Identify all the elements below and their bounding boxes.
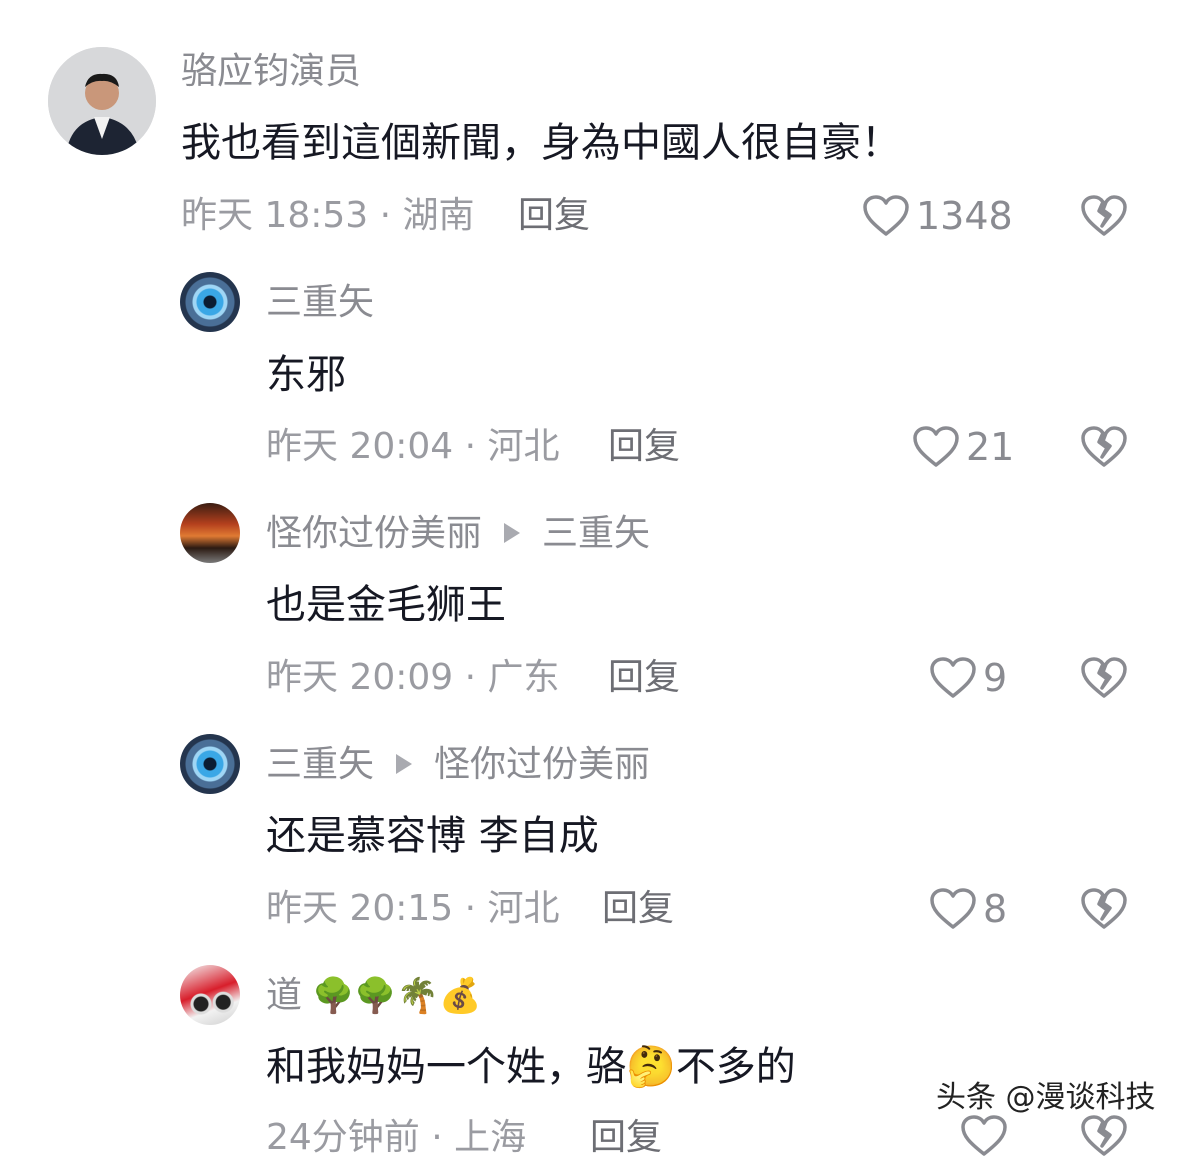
comment-author[interactable]: 三重矢 <box>266 281 374 325</box>
broken-heart-icon <box>1081 657 1127 698</box>
author-emoji: 🌳🌳🌴💰 <box>312 976 482 1016</box>
reply-to-author[interactable]: 怪你过份美丽 <box>434 744 650 785</box>
like-button[interactable]: 1348 <box>862 194 1013 238</box>
heart-icon <box>930 657 976 698</box>
actor-avatar-icon <box>48 47 156 155</box>
heart-icon <box>961 1115 1007 1156</box>
comment-text: 和我妈妈一个姓，骆🤔不多的 <box>266 1042 796 1092</box>
avatar[interactable] <box>180 272 240 332</box>
comment-text: 也是金毛狮王 <box>266 582 506 628</box>
dislike-button[interactable] <box>1080 424 1128 474</box>
comment-author[interactable]: 道 <box>266 975 302 1016</box>
thinking-emoji: 🤔 <box>626 1044 676 1090</box>
reply-button[interactable]: 回复 <box>602 887 674 931</box>
dislike-button[interactable] <box>1080 1113 1128 1163</box>
reply-arrow-icon <box>396 754 413 774</box>
reply-button[interactable]: 回复 <box>590 1116 662 1160</box>
comment-time-location: 昨天 20:04 · 河北 <box>266 426 560 467</box>
broken-heart-icon <box>1081 888 1127 929</box>
comment-time-location: 昨天 18:53 · 湖南 <box>181 195 475 236</box>
comment-text: 东邪 <box>266 352 346 398</box>
reply-arrow-icon <box>504 523 521 543</box>
comment-text-part: 不多的 <box>675 1044 796 1090</box>
comment-author-line: 三重矢 怪你过份美丽 <box>266 743 650 787</box>
like-button[interactable]: 8 <box>929 887 1007 931</box>
dislike-button[interactable] <box>1080 655 1128 705</box>
watermark: 头条 @漫谈科技 <box>936 1080 1156 1115</box>
avatar[interactable] <box>48 47 156 155</box>
reply-button[interactable]: 回复 <box>518 194 590 238</box>
comment-author-line: 怪你过份美丽 三重矢 <box>266 512 650 556</box>
reply-to-author[interactable]: 三重矢 <box>542 513 650 554</box>
comment-author[interactable]: 三重矢 <box>266 744 374 785</box>
like-button[interactable]: 9 <box>929 656 1007 700</box>
like-count: 21 <box>966 425 1015 469</box>
comment-time-location: 24分钟前 · 上海 <box>266 1117 527 1158</box>
reply-button[interactable]: 回复 <box>608 425 680 469</box>
comment-time-location: 昨天 20:15 · 河北 <box>266 888 560 929</box>
broken-heart-icon <box>1081 426 1127 467</box>
reply-button[interactable]: 回复 <box>608 656 680 700</box>
comment-author[interactable]: 骆应钧演员 <box>181 50 361 94</box>
comment-author-line: 道 🌳🌳🌴💰 <box>266 974 481 1018</box>
heart-icon <box>930 888 976 929</box>
comment-time-location: 昨天 20:09 · 广东 <box>266 657 560 698</box>
like-button[interactable] <box>960 1114 1014 1158</box>
comment-text-part: 和我妈妈一个姓，骆 <box>266 1044 626 1090</box>
like-count: 1348 <box>916 194 1013 238</box>
broken-heart-icon <box>1081 1115 1127 1156</box>
avatar[interactable] <box>180 734 240 794</box>
heart-icon <box>913 426 959 467</box>
like-button[interactable]: 21 <box>912 425 1014 469</box>
heart-icon <box>863 195 909 236</box>
dislike-button[interactable] <box>1080 886 1128 936</box>
avatar[interactable] <box>180 965 240 1025</box>
like-count: 9 <box>983 656 1008 700</box>
comment-author[interactable]: 怪你过份美丽 <box>266 513 482 554</box>
comment-text: 还是慕容博 李自成 <box>266 813 599 859</box>
broken-heart-icon <box>1081 195 1127 236</box>
like-count: 8 <box>983 887 1008 931</box>
comment-text: 我也看到這個新聞，身為中國人很自豪！ <box>181 120 901 166</box>
dislike-button[interactable] <box>1080 193 1128 243</box>
avatar[interactable] <box>180 503 240 563</box>
